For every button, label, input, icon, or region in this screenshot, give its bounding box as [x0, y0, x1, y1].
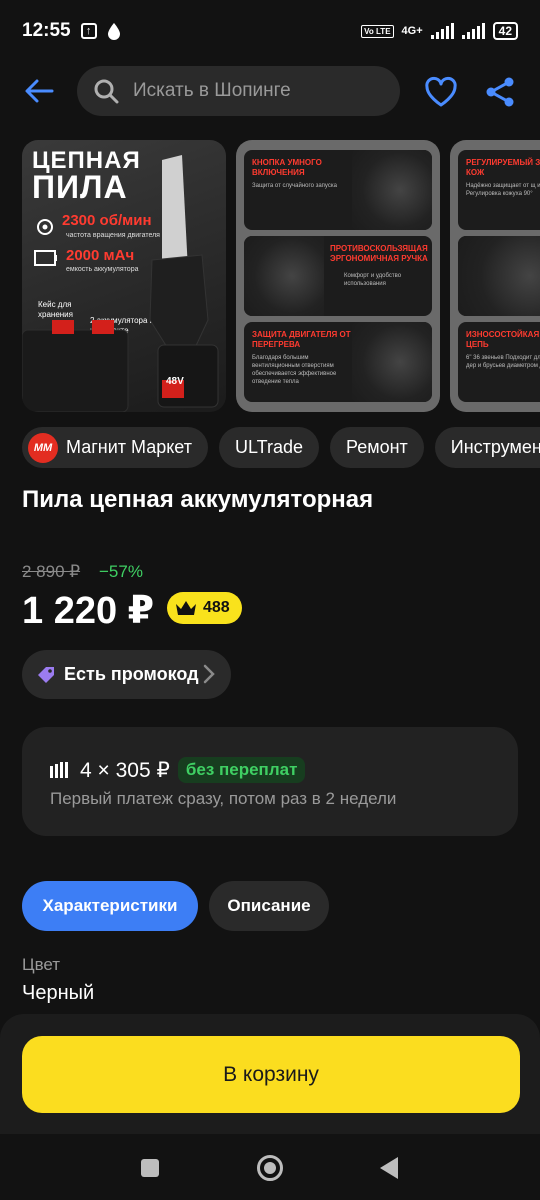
shop-logo: ММ — [28, 432, 58, 463]
bonus-badge[interactable]: 488 — [167, 592, 242, 624]
category-chips: ММ Магнит Маркет ULTrade Ремонт Инструме… — [22, 427, 540, 468]
upload-icon: ↑ — [80, 23, 97, 39]
price: 1 220 ₽ — [22, 590, 155, 632]
gallery-slide-3[interactable]: РЕГУЛИРУЕМЫЙ ЗАЩИТНЫЙ КОЖ Надёжно защища… — [450, 140, 540, 412]
chip-category-repair[interactable]: Ремонт — [330, 427, 424, 468]
battery-icon: 42 — [492, 22, 518, 40]
case-image — [22, 320, 129, 412]
chip-category-tools[interactable]: Инструменты — [434, 427, 540, 468]
gallery-slide-2[interactable]: КНОПКА УМНОГО ВКЛЮЧЕНИЯ Защита от случай… — [236, 140, 440, 412]
search-icon — [94, 79, 119, 104]
product-gallery[interactable]: ЦЕПНАЯ ПИЛА 2300 об/мин частота вращения… — [22, 140, 540, 412]
back-arrow-icon[interactable] — [22, 74, 56, 108]
status-time: 12:55 — [22, 20, 71, 41]
panel-title: ЗАЩИТА ДВИГАТЕЛЯ ОТ ПЕРЕГРЕВА — [252, 330, 351, 349]
chip-shop[interactable]: ММ Магнит Маркет — [22, 427, 208, 468]
feature-panel: ПРОТИВОСКОЛЬЗЯЩАЯ ЭРГОНОМИЧНАЯ РУЧКА Ком… — [244, 236, 432, 316]
add-to-cart-button[interactable]: В корзину — [22, 1036, 520, 1113]
tab-specs[interactable]: Характеристики — [22, 881, 198, 931]
chip-label: Инструменты — [450, 437, 540, 457]
promo-label: Есть промокод — [64, 664, 199, 684]
bonus-value: 488 — [203, 599, 230, 616]
crown-icon — [176, 601, 196, 615]
feature-panel: КНОПКА УМНОГО ВКЛЮЧЕНИЯ Защита от случай… — [244, 150, 432, 230]
recents-icon[interactable] — [141, 1159, 159, 1177]
spec-value-color: Черный — [22, 982, 95, 1004]
promo-code-button[interactable]: Есть промокод — [22, 650, 231, 699]
tab-description[interactable]: Описание — [209, 881, 329, 931]
product-title: Пила цепная аккумуляторная — [22, 486, 374, 513]
installment-badge: без переплат — [177, 757, 306, 783]
gear-icon — [37, 219, 53, 235]
panel-sub: Надёжно защищает от щ и опилок Регулиров… — [466, 183, 540, 197]
nav-back-icon[interactable] — [380, 1157, 398, 1179]
spec-label-color: Цвет — [22, 955, 61, 974]
tag-icon — [38, 666, 54, 683]
bottom-action-sheet: В корзину — [0, 1014, 540, 1134]
panel-title: ПРОТИВОСКОЛЬЗЯЩАЯ ЭРГОНОМИЧНАЯ РУЧКА — [330, 244, 428, 263]
status-bar: 12:55 ↑ Vo LTE 4G+ 42 — [0, 0, 540, 62]
search-placeholder: Искать в Шопинге — [133, 80, 291, 101]
chainsaw-image — [149, 155, 219, 408]
chevron-right-icon — [203, 664, 215, 684]
battery-label: 48V — [166, 376, 184, 387]
feature-panel: ИЗНОСОСТОЙКАЯ ОСТРАЯ ЦЕПЬ 6" 36 звеньев … — [458, 322, 540, 402]
top-bar: Искать в Шопинге — [0, 64, 540, 120]
share-icon[interactable] — [484, 76, 516, 108]
battery-small-icon — [34, 250, 57, 266]
feature-panel — [458, 236, 540, 316]
signal-icon — [430, 23, 454, 39]
drop-icon — [107, 23, 120, 40]
search-input[interactable]: Искать в Шопинге — [77, 66, 400, 116]
panel-title: ИЗНОСОСТОЙКАЯ ОСТРАЯ ЦЕПЬ — [466, 330, 540, 349]
installment-amount: 4 × 305 ₽ — [80, 758, 170, 782]
chip-label: ULTrade — [234, 437, 303, 457]
home-icon[interactable] — [257, 1155, 283, 1181]
panel-sub: Защита от случайного запуска — [252, 183, 337, 189]
feature-panel: ЗАЩИТА ДВИГАТЕЛЯ ОТ ПЕРЕГРЕВА Благодаря … — [244, 322, 432, 402]
chip-label: Магнит Маркет — [66, 437, 192, 457]
slide-note-case: Кейс для хранения — [38, 300, 73, 319]
panel-title: КНОПКА УМНОГО ВКЛЮЧЕНИЯ — [252, 158, 322, 177]
volte-badge: Vo LTE — [361, 24, 394, 38]
network-type: 4G+ — [401, 25, 423, 37]
panel-sub: Комфорт и удобство использования — [344, 273, 402, 287]
old-price: 2 890 ₽ — [22, 562, 81, 581]
discount-badge: −57% — [99, 562, 143, 581]
signal-icon-2 — [461, 23, 485, 39]
panel-title: РЕГУЛИРУЕМЫЙ ЗАЩИТНЫЙ КОЖ — [466, 158, 540, 177]
chip-brand[interactable]: ULTrade — [218, 427, 319, 468]
gallery-slide-1[interactable]: ЦЕПНАЯ ПИЛА 2300 об/мин частота вращения… — [22, 140, 226, 412]
feature-panel: РЕГУЛИРУЕМЫЙ ЗАЩИТНЫЙ КОЖ Надёжно защища… — [458, 150, 540, 230]
heart-icon[interactable] — [424, 76, 458, 110]
chip-label: Ремонт — [346, 437, 408, 457]
panel-sub: Благодаря большим вентиляционным отверст… — [252, 355, 337, 385]
system-nav-bar — [0, 1134, 540, 1200]
installment-icon — [50, 762, 68, 778]
installment-card[interactable]: 4 × 305 ₽ без переплат Первый платеж сра… — [22, 727, 518, 836]
installment-description: Первый платеж сразу, потом раз в 2 недел… — [50, 789, 397, 808]
panel-sub: 6" 36 звеньев Подходит для дров, дер и б… — [466, 355, 540, 369]
